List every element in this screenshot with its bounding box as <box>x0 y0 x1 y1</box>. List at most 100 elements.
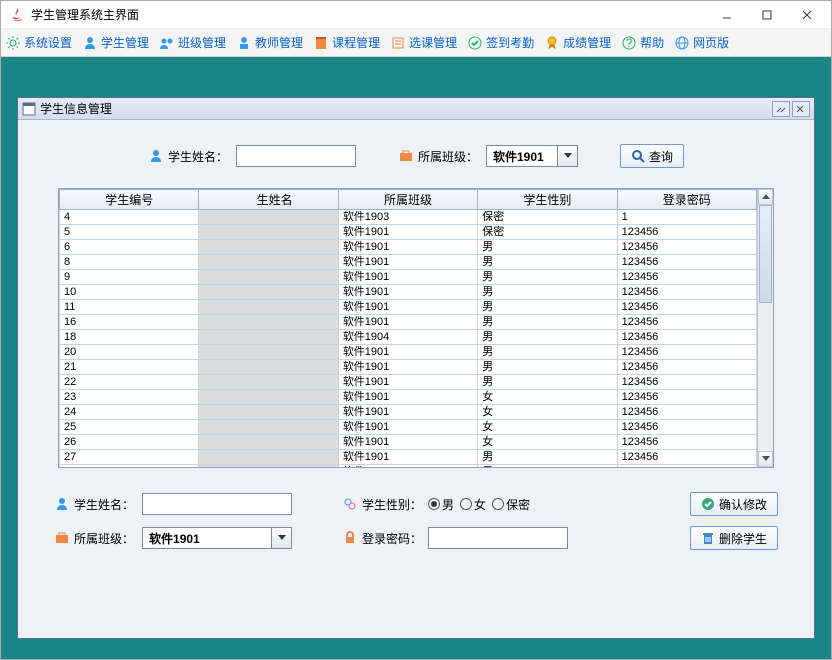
table-row[interactable]: 24██软件1901女123456 <box>60 405 757 420</box>
table-cell: ██ <box>199 435 338 450</box>
help-icon: ? <box>621 35 637 51</box>
search-icon <box>631 149 645 163</box>
vertical-scrollbar[interactable] <box>757 189 773 467</box>
table-cell: 软件1901 <box>338 360 477 375</box>
chevron-down-icon[interactable] <box>557 146 577 166</box>
confirm-edit-button[interactable]: 确认修改 <box>690 492 778 516</box>
toolbar-enroll-mgmt[interactable]: 选课管理 <box>390 34 457 51</box>
table-row[interactable]: 9██软件1901男123456 <box>60 270 757 285</box>
toolbar-attendance[interactable]: 签到考勤 <box>467 34 534 51</box>
col-header[interactable]: 学生性别 <box>478 190 617 210</box>
filter-class-combo[interactable]: 软件1901 <box>486 145 578 167</box>
minimize-button[interactable] <box>707 3 747 27</box>
edit-name-input[interactable] <box>142 493 292 515</box>
table-cell: 男 <box>478 255 617 270</box>
student-table-wrap: 学生编号学生姓名所属班级学生性别登录密码 4██软件1903保密15██软件19… <box>58 188 774 468</box>
svg-text:?: ? <box>626 36 633 50</box>
table-row[interactable]: 23██软件1901女123456 <box>60 390 757 405</box>
table-cell: ██ <box>199 420 338 435</box>
table-cell: 男 <box>478 270 617 285</box>
table-row[interactable]: 27██软件1901男123456 <box>60 450 757 465</box>
scroll-up-button[interactable] <box>758 189 773 205</box>
table-cell: 女 <box>478 390 617 405</box>
radio-secret[interactable]: 保密 <box>492 496 530 513</box>
filter-class-label: 所属班级： <box>398 148 478 165</box>
student-info-frame: 学生信息管理 学生姓名： 所属班级： <box>17 97 815 639</box>
col-header[interactable]: 学生编号 <box>60 190 199 210</box>
scrollbar-track[interactable] <box>758 205 773 451</box>
chevron-down-icon[interactable] <box>271 528 291 548</box>
table-cell: 123456 <box>617 315 756 330</box>
table-row[interactable]: 18██软件1904男123456 <box>60 330 757 345</box>
scroll-down-button[interactable] <box>758 451 773 467</box>
toolbar-class-mgmt[interactable]: 班级管理 <box>159 34 226 51</box>
col-header[interactable]: 学生姓名 <box>199 190 338 210</box>
close-button[interactable] <box>787 3 827 27</box>
table-cell: 123456 <box>617 240 756 255</box>
toolbar-course-mgmt[interactable]: 课程管理 <box>313 34 380 51</box>
edit-row-2: 所属班级： 软件1901 登录密码： <box>54 526 778 550</box>
toolbar-web[interactable]: 网页版 <box>674 34 729 51</box>
toolbar-student-mgmt[interactable]: 学生管理 <box>82 34 149 51</box>
table-row[interactable]: 10██软件1901男123456 <box>60 285 757 300</box>
table-row[interactable]: 6██软件1901男123456 <box>60 240 757 255</box>
table-cell: 123456 <box>617 345 756 360</box>
radio-female[interactable]: 女 <box>460 496 486 513</box>
table-row[interactable]: 25██软件1901女123456 <box>60 420 757 435</box>
radio-male[interactable]: 男 <box>428 496 454 513</box>
table-cell: 保密 <box>478 225 617 240</box>
col-header[interactable]: 登录密码 <box>617 190 756 210</box>
table-cell: 123456 <box>617 375 756 390</box>
table-cell: ██ <box>199 360 338 375</box>
table-cell: 软件1901 <box>338 420 477 435</box>
student-table[interactable]: 学生编号学生姓名所属班级学生性别登录密码 4██软件1903保密15██软件19… <box>59 189 757 467</box>
table-cell: ██ <box>199 210 338 225</box>
table-cell: ██ <box>199 390 338 405</box>
table-row[interactable]: 4██软件1903保密1 <box>60 210 757 225</box>
table-cell: ██ <box>199 465 338 468</box>
edit-sex-label: 学生性别： <box>342 496 422 513</box>
edit-class-combo[interactable]: 软件1901 <box>142 527 292 549</box>
internal-frame-title: 学生信息管理 <box>40 100 112 117</box>
toolbar-system-settings[interactable]: 系统设置 <box>5 34 72 51</box>
table-cell: 男 <box>478 360 617 375</box>
table-cell: ██ <box>199 240 338 255</box>
table-row[interactable]: 22██软件1901男123456 <box>60 375 757 390</box>
search-button[interactable]: 查询 <box>620 144 684 168</box>
table-row[interactable]: 11██软件1901男123456 <box>60 300 757 315</box>
table-cell: ██ <box>199 315 338 330</box>
table-row[interactable]: 20██软件1901男123456 <box>60 345 757 360</box>
delete-student-button[interactable]: 删除学生 <box>690 526 778 550</box>
toolbar-grade-mgmt[interactable]: 成绩管理 <box>544 34 611 51</box>
table-cell: 23 <box>60 390 199 405</box>
frame-close-button[interactable] <box>792 101 810 117</box>
table-cell: 123456 <box>617 330 756 345</box>
table-cell: 10 <box>60 285 199 300</box>
table-cell: ██ <box>199 285 338 300</box>
table-cell: 软件1901 <box>338 255 477 270</box>
filter-name-label: 学生姓名： <box>148 148 228 165</box>
edit-row-1: 学生姓名： 学生性别： 男 女 保密 <box>54 492 778 516</box>
table-cell: 男 <box>478 240 617 255</box>
table-cell: 软件1901 <box>338 435 477 450</box>
maximize-button[interactable] <box>747 3 787 27</box>
table-cell: ██ <box>199 270 338 285</box>
col-header[interactable]: 所属班级 <box>338 190 477 210</box>
table-cell: 保密 <box>478 210 617 225</box>
table-row[interactable]: 21██软件1901男123456 <box>60 360 757 375</box>
filter-name-input[interactable] <box>236 145 356 167</box>
student-icon <box>148 148 164 164</box>
table-row[interactable]: 16██软件1901男123456 <box>60 315 757 330</box>
toolbar-teacher-mgmt[interactable]: 教师管理 <box>236 34 303 51</box>
scrollbar-thumb[interactable] <box>759 205 772 303</box>
table-row[interactable]: 28██软件1901男123456 <box>60 465 757 468</box>
table-row[interactable]: 26██软件1901女123456 <box>60 435 757 450</box>
frame-maximize-button[interactable] <box>772 101 790 117</box>
toolbar-help[interactable]: ?帮助 <box>621 34 664 51</box>
edit-pwd-input[interactable] <box>428 527 568 549</box>
table-cell: 123456 <box>617 450 756 465</box>
check-icon <box>467 35 483 51</box>
table-row[interactable]: 5██软件1901保密123456 <box>60 225 757 240</box>
table-cell: ██ <box>199 345 338 360</box>
table-row[interactable]: 8██软件1901男123456 <box>60 255 757 270</box>
